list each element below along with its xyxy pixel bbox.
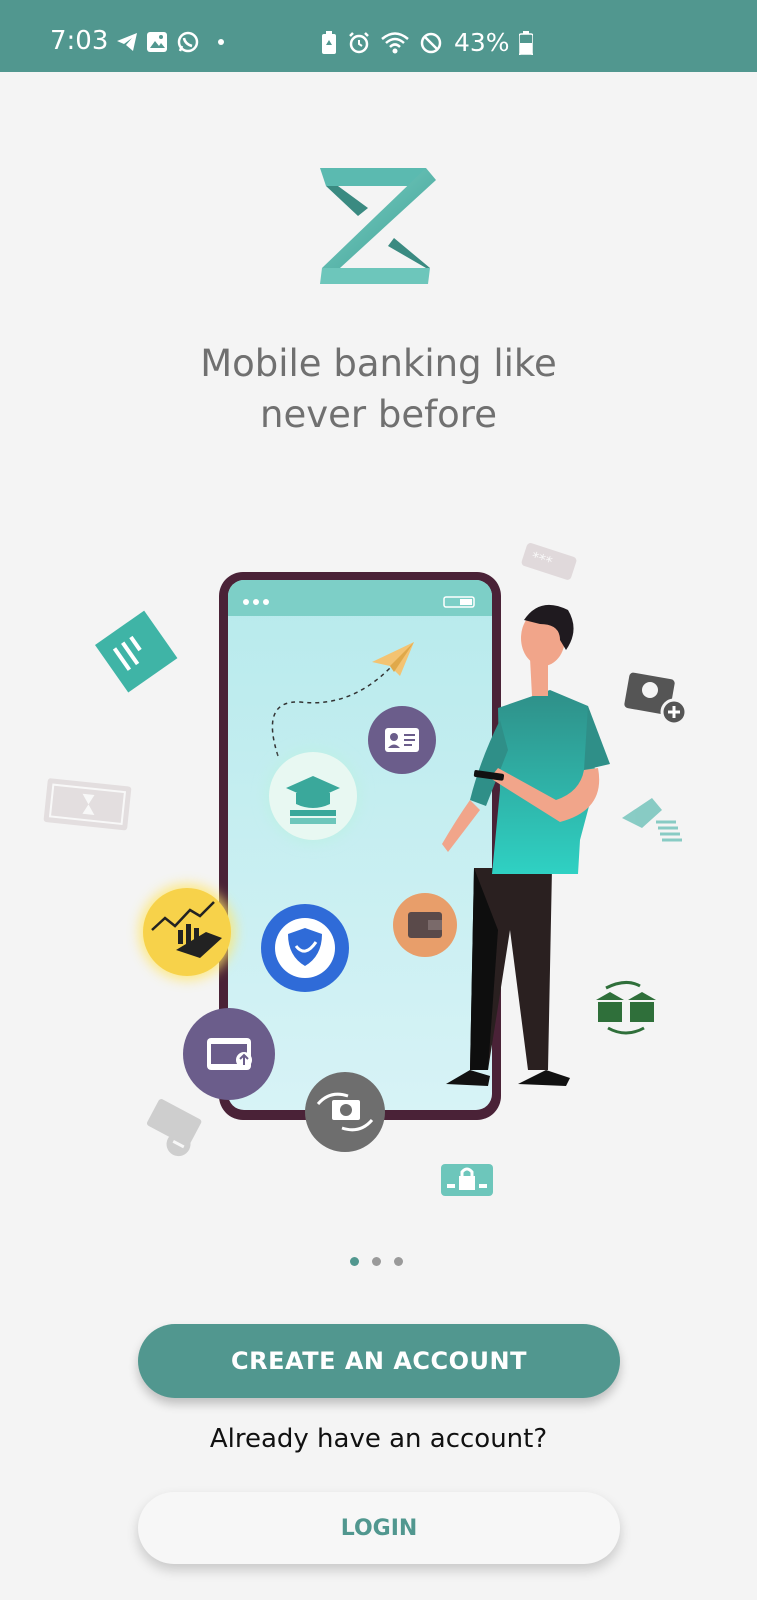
page-dot-2[interactable] (372, 1257, 381, 1266)
page-indicator (350, 1257, 403, 1266)
login-button[interactable]: LOGIN (138, 1492, 620, 1564)
security-shield-icon (261, 904, 349, 992)
already-have-account-text: Already have an account? (209, 1424, 548, 1454)
bank-transfer-icon (596, 981, 656, 1035)
gallery-icon (147, 32, 167, 52)
card-remove-icon (146, 1099, 202, 1157)
lock-card-icon (441, 1164, 493, 1196)
page-dot-3[interactable] (394, 1257, 403, 1266)
hero-illustration: *** (43, 543, 688, 1196)
system-icons: 43% (320, 28, 533, 57)
password-card-icon: *** (521, 543, 577, 580)
tagline-line-1: Mobile banking like (200, 342, 557, 385)
whatsapp-icon (177, 31, 199, 53)
do-not-disturb-icon (420, 32, 442, 53)
wifi-icon (381, 31, 409, 53)
app-logo (320, 168, 436, 284)
card-transfer-icon (183, 1008, 275, 1100)
education-icon (265, 748, 361, 844)
create-account-button[interactable]: CREATE AN ACCOUNT (138, 1324, 620, 1398)
battery-icon (518, 30, 533, 55)
id-card-icon (368, 706, 436, 774)
tagline-line-2: never before (260, 393, 497, 436)
alarm-icon (349, 31, 369, 53)
tagline: Mobile banking like never before (0, 338, 757, 440)
page-dot-1[interactable] (350, 1257, 359, 1266)
logo-coins-icon (622, 798, 682, 842)
card-plus-icon (624, 672, 688, 726)
investment-growth-icon (139, 884, 235, 980)
banknote-icon (43, 778, 132, 831)
status-time: 7:03 (50, 26, 109, 56)
status-bar: 7:03 43% (0, 0, 757, 72)
battery-percent: 43% (454, 28, 510, 57)
telegram-icon (117, 33, 137, 51)
battery-saver-icon (322, 30, 336, 54)
dot-icon (218, 39, 224, 45)
money-exchange-icon (305, 1072, 385, 1152)
wallet-icon (393, 893, 457, 957)
notification-icons (116, 30, 224, 54)
receipt-icon (95, 610, 178, 693)
